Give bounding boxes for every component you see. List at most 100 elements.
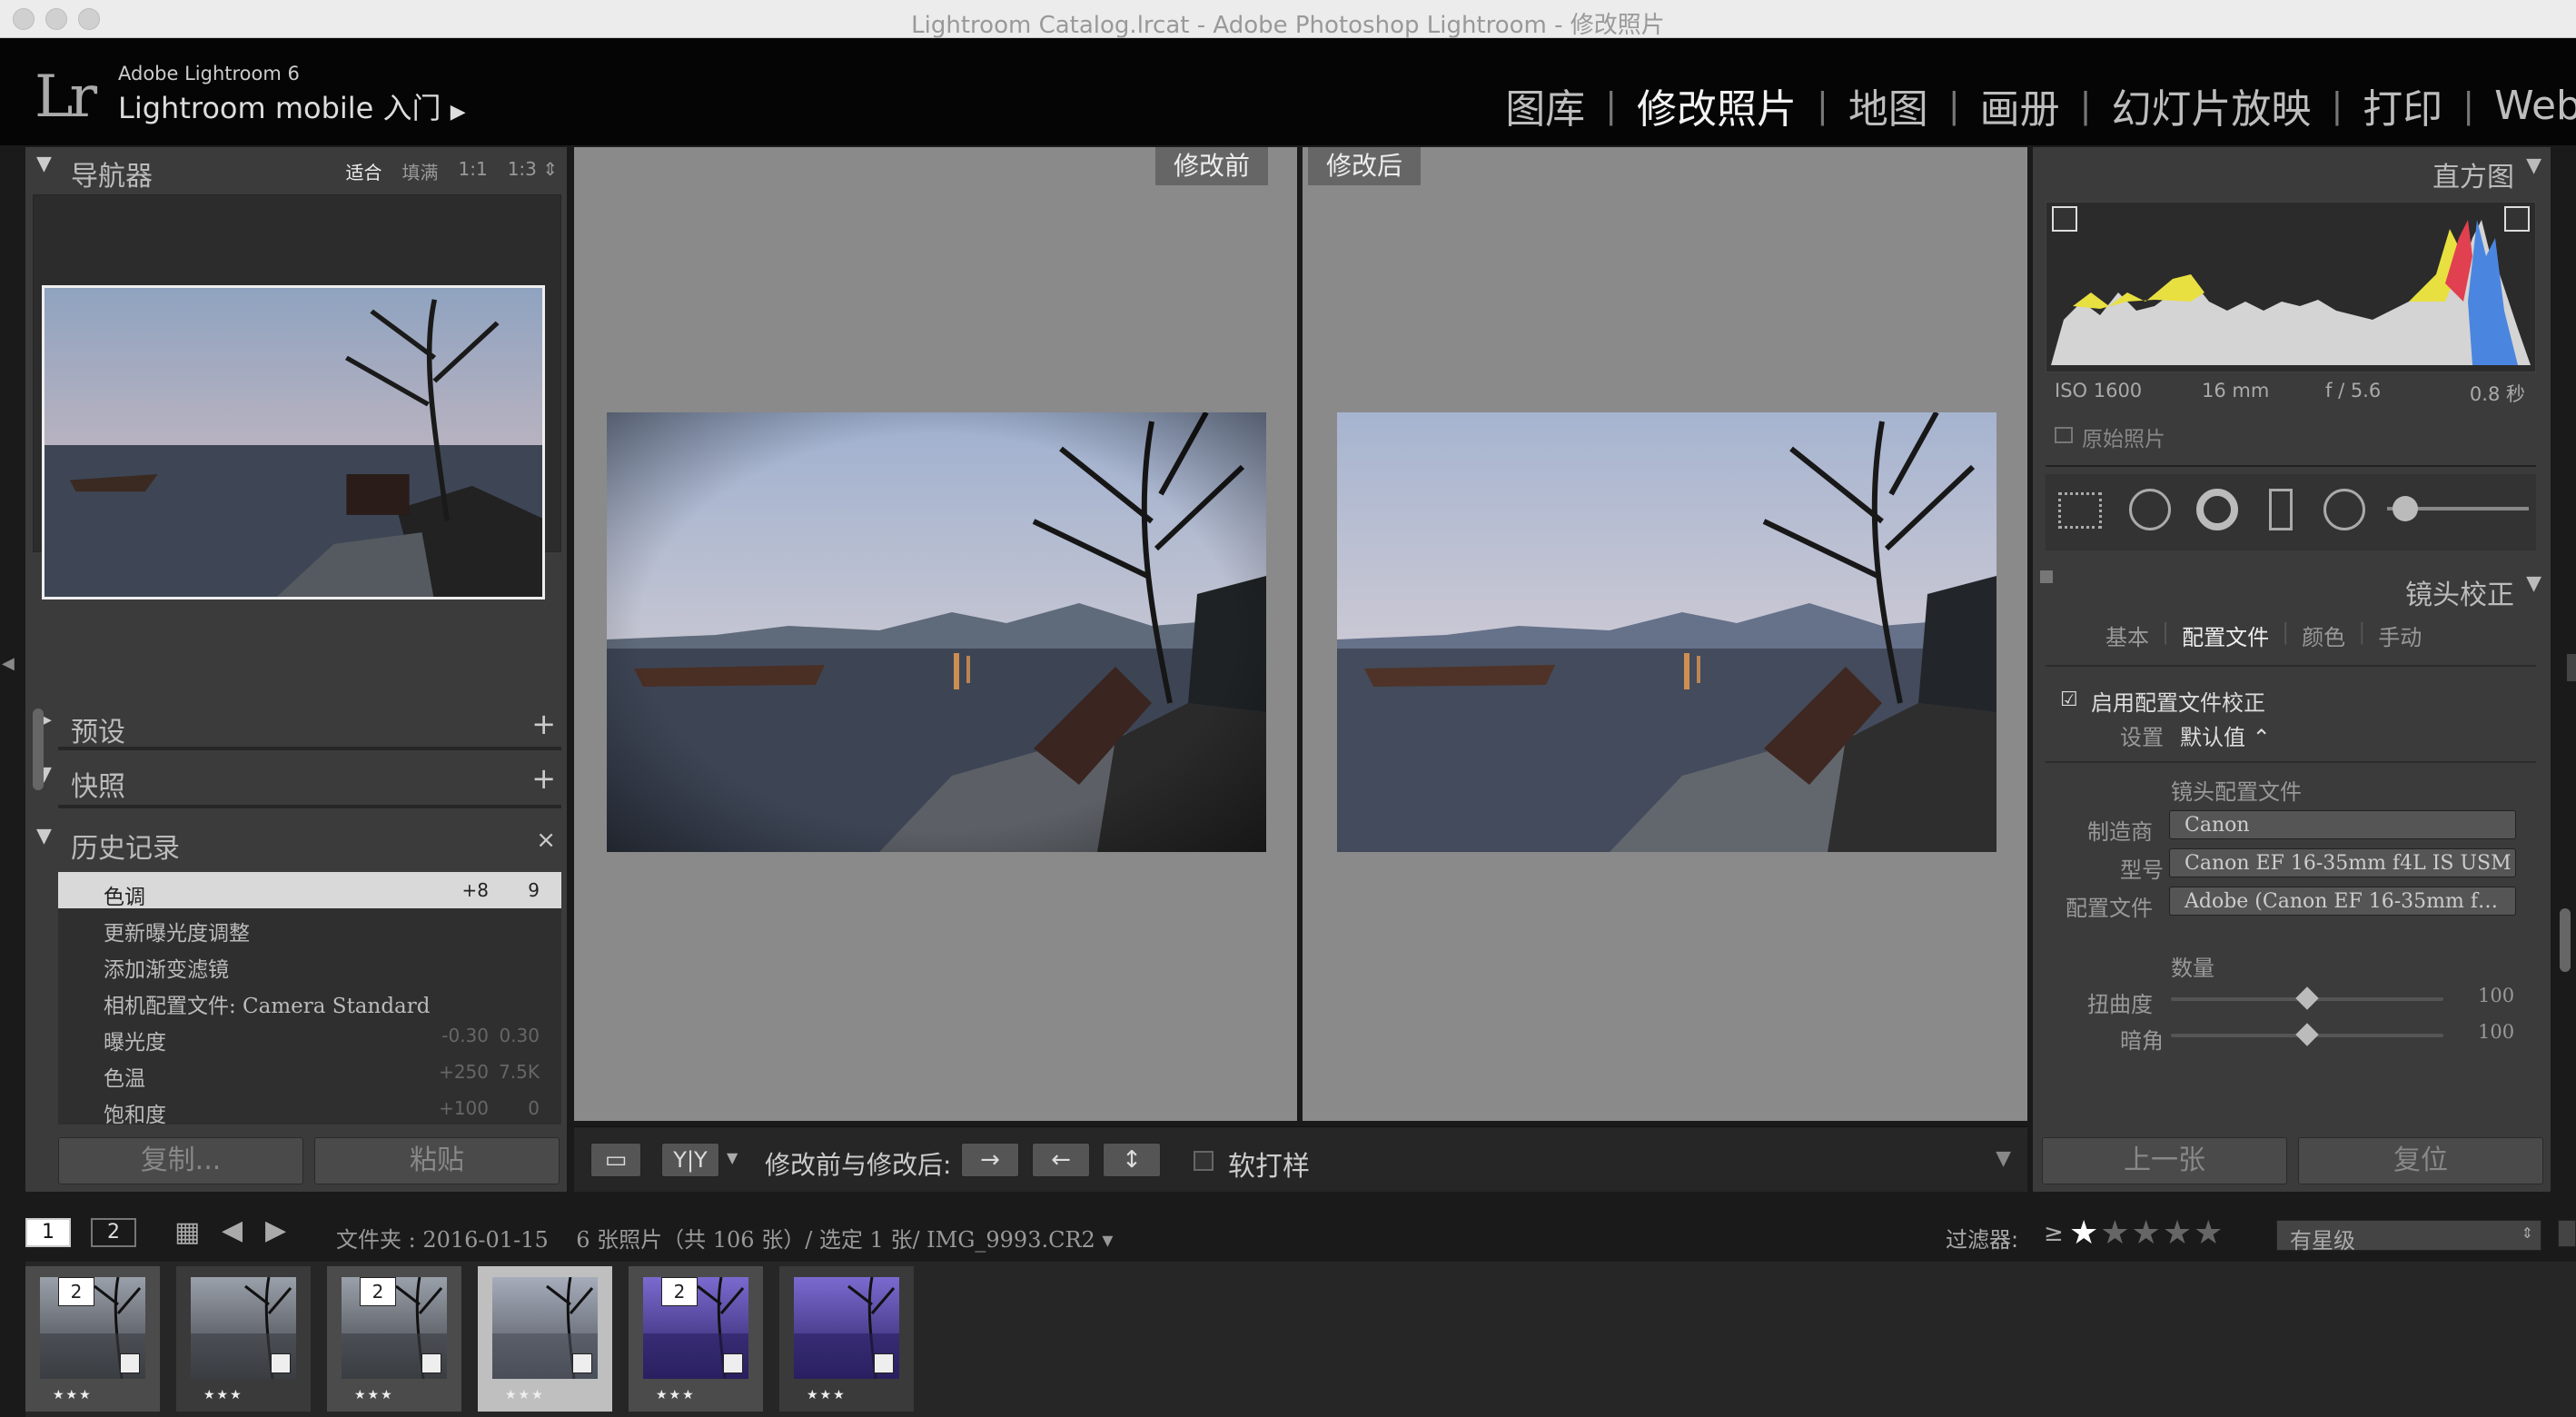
history-item[interactable]: 曝光度 -0.30 0.30 bbox=[58, 1017, 561, 1055]
module-slideshow[interactable]: 幻灯片放映 bbox=[2111, 76, 2311, 134]
filter-select[interactable]: 有星级 ⇕ bbox=[2276, 1220, 2541, 1254]
model-select[interactable]: Canon EF 16-35mm f4L IS USM bbox=[2169, 848, 2516, 877]
vignette-value[interactable]: 100 bbox=[2478, 1021, 2514, 1043]
window-1-tab[interactable]: 1 bbox=[25, 1218, 71, 1247]
lens-correction-header[interactable]: 镜头校正 ▼ bbox=[2033, 565, 2551, 611]
zoom-fit[interactable]: 适合 bbox=[346, 158, 382, 184]
stack-badge[interactable]: 2 bbox=[661, 1277, 698, 1306]
history-item[interactable]: 相机配置文件: Camera Standard bbox=[58, 981, 561, 1018]
filmstrip-thumbnail[interactable]: ★★★ bbox=[176, 1266, 311, 1412]
original-photo-checkbox[interactable] bbox=[2055, 427, 2073, 443]
tab-profile[interactable]: 配置文件 bbox=[2182, 619, 2269, 651]
soft-proof-checkbox[interactable] bbox=[1194, 1151, 1214, 1171]
filmstrip-thumbnail[interactable]: ★★★ bbox=[478, 1266, 612, 1412]
thumbnail-rating[interactable]: ★★★ bbox=[807, 1388, 847, 1402]
histogram-header[interactable]: 直方图 ▼ bbox=[2033, 147, 2551, 193]
crop-tool-icon[interactable] bbox=[2058, 492, 2102, 529]
thumbnail-rating[interactable]: ★★★ bbox=[505, 1388, 545, 1402]
grid-view-icon[interactable]: ▦ bbox=[174, 1216, 200, 1248]
before-photo[interactable] bbox=[607, 412, 1266, 852]
tab-color[interactable]: 颜色 bbox=[2302, 619, 2345, 651]
reset-button[interactable]: 复位 bbox=[2298, 1137, 2543, 1184]
amount-heading: 数量 bbox=[2171, 956, 2214, 981]
module-map[interactable]: 地图 bbox=[1848, 76, 1928, 134]
radial-filter-icon[interactable] bbox=[2323, 489, 2365, 530]
window-2-tab[interactable]: 2 bbox=[91, 1218, 136, 1247]
collapse-right-panel-icon[interactable] bbox=[2567, 654, 2576, 681]
history-item[interactable]: 添加渐变滤镜 bbox=[58, 945, 561, 982]
tab-manual[interactable]: 手动 bbox=[2378, 619, 2422, 651]
panel-switch-icon[interactable] bbox=[2040, 570, 2053, 583]
zoom-fill[interactable]: 填满 bbox=[402, 158, 439, 184]
filter-lock-icon[interactable] bbox=[2558, 1220, 2576, 1247]
stack-badge[interactable]: 2 bbox=[58, 1277, 94, 1306]
distortion-value[interactable]: 100 bbox=[2478, 985, 2514, 1006]
module-develop[interactable]: 修改照片 bbox=[1637, 76, 1797, 134]
copy-before-to-after-icon[interactable]: → bbox=[961, 1143, 1019, 1177]
before-after-view-button[interactable]: Y|Y bbox=[661, 1143, 719, 1177]
distortion-slider[interactable] bbox=[2171, 986, 2443, 1010]
history-header[interactable]: ▼ 历史记录 × bbox=[25, 819, 567, 865]
vignette-slider-thumb[interactable] bbox=[2295, 1023, 2319, 1046]
navigator-header[interactable]: ▼ 导航器 适合 填满 1:1 1:3 ⇕ bbox=[25, 147, 567, 193]
add-snapshot-icon[interactable]: + bbox=[531, 761, 556, 796]
navigator-thumbnail[interactable] bbox=[42, 285, 545, 600]
setup-select[interactable]: 默认值 ⌃ bbox=[2180, 719, 2271, 751]
histogram-graph[interactable] bbox=[2046, 202, 2536, 372]
previous-button[interactable]: 上一张 bbox=[2042, 1137, 2287, 1184]
filmstrip-thumbnail[interactable]: 2 ★★★ bbox=[629, 1266, 763, 1412]
presets-header[interactable]: ▶ 预设 + bbox=[25, 703, 567, 748]
enable-profile-checkbox[interactable]: ☑ bbox=[2060, 689, 2078, 711]
rating-operator[interactable]: ≥ bbox=[2044, 1220, 2064, 1247]
thumbnail-rating[interactable]: ★★★ bbox=[354, 1388, 394, 1402]
history-item[interactable]: 色温 +250 7.5K bbox=[58, 1054, 561, 1091]
filmstrip-thumbnail[interactable]: ★★★ bbox=[779, 1266, 914, 1412]
graduated-filter-icon[interactable] bbox=[2269, 489, 2293, 530]
zoom-1-1[interactable]: 1:1 bbox=[459, 158, 488, 184]
rating-filter-stars[interactable]: ★★★★★ bbox=[2069, 1214, 2224, 1252]
back-arrow-icon[interactable]: ◀ bbox=[222, 1214, 243, 1246]
add-preset-icon[interactable]: + bbox=[531, 707, 556, 741]
thumbnail-rating[interactable]: ★★★ bbox=[656, 1388, 696, 1402]
history-item[interactable]: 更新曝光度调整 bbox=[58, 908, 561, 946]
left-panel-scrollbar[interactable] bbox=[33, 708, 44, 790]
zoom-1-3[interactable]: 1:3 ⇕ bbox=[508, 158, 558, 184]
vignette-slider[interactable] bbox=[2171, 1023, 2443, 1046]
thumbnail-rating[interactable]: ★★★ bbox=[53, 1388, 93, 1402]
dropdown-icon[interactable]: ▼ bbox=[727, 1149, 738, 1166]
tab-basic[interactable]: 基本 bbox=[2105, 619, 2149, 651]
filmstrip-source-info[interactable]: 文件夹 : 2016-01-15 6 张照片（共 106 张）/ 选定 1 张/… bbox=[336, 1222, 1113, 1254]
stack-badge[interactable]: 2 bbox=[360, 1277, 396, 1306]
module-web[interactable]: Web bbox=[2494, 83, 2576, 129]
lightroom-mobile-link[interactable]: Lightroom mobile 入门 ▶ bbox=[118, 85, 466, 127]
collapse-left-panel-icon[interactable]: ◀ bbox=[2, 654, 15, 673]
red-eye-icon[interactable] bbox=[2196, 489, 2238, 530]
forward-arrow-icon[interactable]: ▶ bbox=[265, 1214, 286, 1246]
distortion-slider-thumb[interactable] bbox=[2295, 986, 2319, 1010]
toolbar-menu-icon[interactable]: ▼ bbox=[1996, 1147, 2011, 1170]
copy-settings-button[interactable]: 复制... bbox=[58, 1137, 303, 1184]
copy-after-to-before-icon[interactable]: ← bbox=[1032, 1143, 1090, 1177]
star-icon[interactable]: ★ bbox=[2069, 1214, 2100, 1252]
panel-divider bbox=[58, 805, 561, 808]
filmstrip-thumbnail[interactable]: 2 ★★★ bbox=[25, 1266, 160, 1412]
adjustment-brush-knob[interactable] bbox=[2393, 496, 2418, 521]
module-print[interactable]: 打印 bbox=[2363, 76, 2442, 134]
snapshots-header[interactable]: ▼ 快照 + bbox=[25, 758, 567, 803]
right-panel-scrollbar[interactable] bbox=[2560, 908, 2571, 972]
loupe-view-icon[interactable]: ▭ bbox=[590, 1143, 641, 1177]
spot-removal-icon[interactable] bbox=[2129, 489, 2171, 530]
after-photo[interactable] bbox=[1337, 412, 1996, 852]
module-library[interactable]: 图库 bbox=[1505, 76, 1585, 134]
thumbnail-rating[interactable]: ★★★ bbox=[203, 1388, 243, 1402]
module-book[interactable]: 画册 bbox=[1980, 76, 2060, 134]
make-select[interactable]: Canon bbox=[2169, 810, 2516, 839]
profile-select[interactable]: Adobe (Canon EF 16-35mm f… bbox=[2169, 887, 2516, 916]
paste-settings-button[interactable]: 粘贴 bbox=[314, 1137, 560, 1184]
before-label: 修改前 bbox=[1155, 147, 1269, 185]
filmstrip-thumbnail[interactable]: 2 ★★★ bbox=[327, 1266, 461, 1412]
history-item[interactable]: 色调 +8 9 bbox=[58, 872, 561, 909]
history-item[interactable]: 饱和度 +100 0 bbox=[58, 1090, 561, 1125]
clear-history-icon[interactable]: × bbox=[536, 827, 556, 854]
swap-before-after-icon[interactable]: ↕ bbox=[1103, 1143, 1161, 1177]
